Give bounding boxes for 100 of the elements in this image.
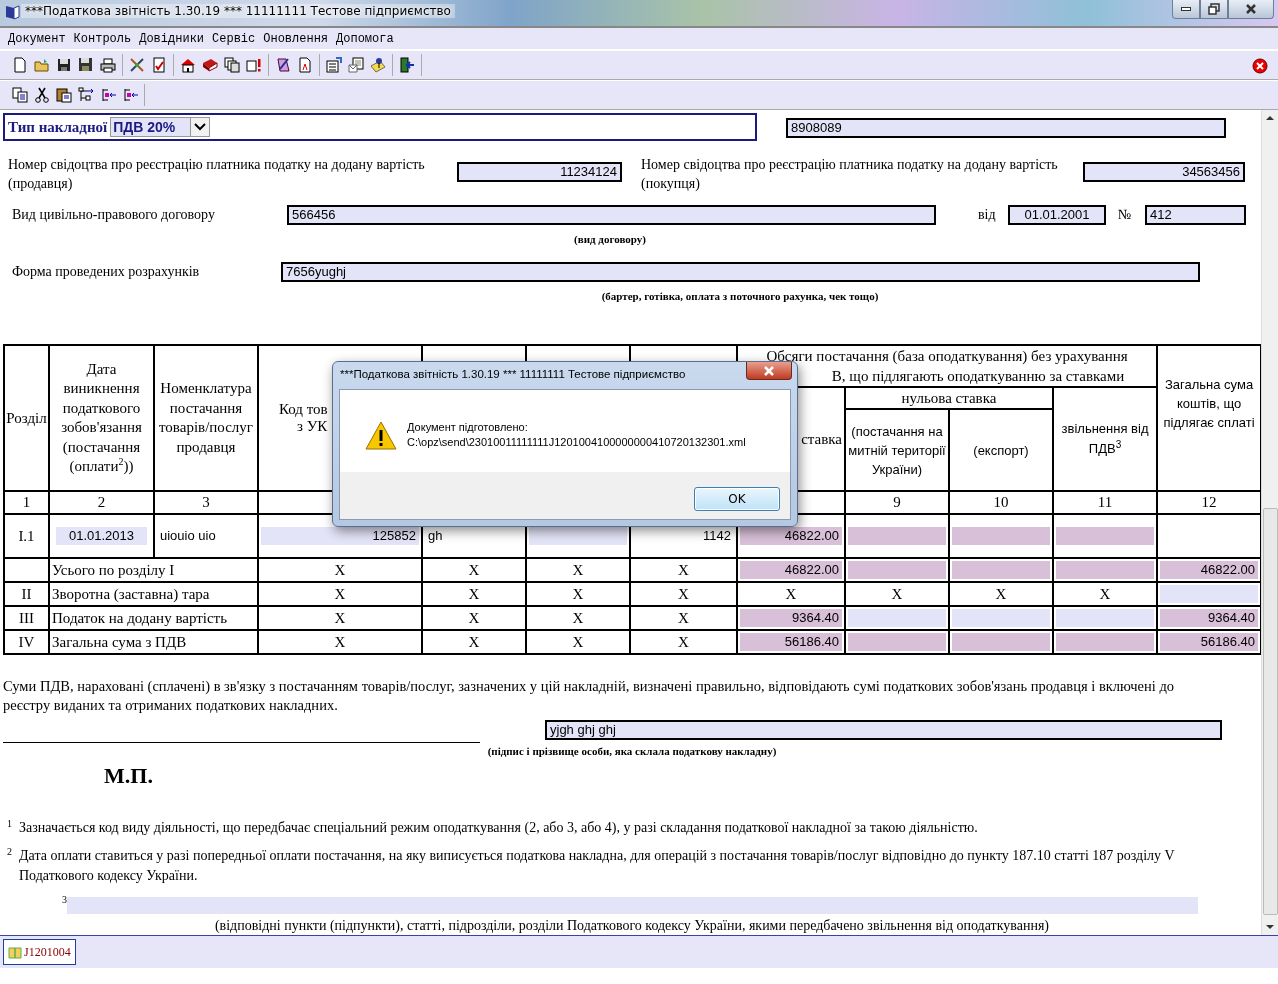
- tree-branch-icon[interactable]: [78, 87, 94, 103]
- table-cell: X: [891, 585, 903, 602]
- close-button[interactable]: [1228, 0, 1274, 19]
- input-field[interactable]: [67, 897, 1198, 914]
- menu-item[interactable]: Допомога: [332, 32, 398, 46]
- menu-item[interactable]: Сервіс: [208, 32, 260, 46]
- field-caption: (відповідні пункти (підпункти), статті, підрозділи, розділи Податкового кодексу України, якими передбачено звільнення від оподаткування): [214, 918, 1050, 934]
- close-icon: [763, 364, 775, 377]
- row-label: Усього по розділу I: [52, 561, 175, 578]
- input-field[interactable]: [848, 609, 946, 627]
- table-cell: X: [468, 561, 480, 578]
- table-cell: X: [785, 585, 797, 602]
- input-field[interactable]: 566456: [287, 205, 936, 225]
- pushpin-note-icon[interactable]: [370, 57, 386, 73]
- house-icon[interactable]: [180, 57, 196, 73]
- computed-field: 9364.40: [740, 609, 842, 627]
- close-icon: [1245, 3, 1257, 15]
- table-cell: X: [572, 609, 584, 626]
- field-caption: (підпис і прізвище особи, яка склала податкову накладну): [487, 745, 777, 757]
- computed-field: 46822.00: [1160, 561, 1259, 579]
- input-field[interactable]: [1160, 585, 1259, 603]
- copies-icon[interactable]: [224, 57, 240, 73]
- pdf-document-icon[interactable]: [297, 57, 313, 73]
- menu-item[interactable]: Оновлення: [259, 32, 333, 46]
- computed-field: 56186.40: [740, 633, 842, 651]
- column-number: 3: [154, 491, 258, 514]
- table-cell: X: [1099, 585, 1111, 602]
- signature-field[interactable]: yjgh ghj ghj: [545, 720, 1222, 740]
- checklist-icon[interactable]: [151, 57, 167, 73]
- envelope-document-icon[interactable]: [348, 57, 364, 73]
- document-tab[interactable]: J1201004: [3, 939, 76, 965]
- table-cell: X: [468, 633, 480, 650]
- input-field[interactable]: [952, 609, 1050, 627]
- close-icon[interactable]: [1252, 58, 1268, 74]
- input-field[interactable]: 412: [1145, 205, 1246, 225]
- printer-icon[interactable]: [100, 57, 116, 73]
- scissors-icon[interactable]: [34, 87, 50, 103]
- table-cell: X: [468, 585, 480, 602]
- field-label: Тип накладної: [8, 118, 108, 136]
- new-document-icon[interactable]: [12, 57, 28, 73]
- book-icon[interactable]: [202, 57, 218, 73]
- table-cell: X: [678, 585, 689, 602]
- up-arrow-icon: [1265, 114, 1275, 122]
- scrollbar[interactable]: [1261, 110, 1278, 935]
- footnote-text: Зазначається код виду діяльності, що передбачає спеціальний режим оподаткування (2, або 3, або 4), у разі складання податкової накладної за такою діяльністю.: [19, 819, 979, 837]
- input-field[interactable]: 11234124: [457, 162, 622, 182]
- maximize-button[interactable]: [1200, 0, 1228, 19]
- column-number: 2: [49, 491, 154, 514]
- document-exclamation-icon[interactable]: [246, 57, 262, 73]
- close-button[interactable]: [746, 362, 792, 380]
- field-label: Номер свідоцтва про реєстрацію платника податку на додану вартість (покупця): [641, 156, 1059, 193]
- folder-icon[interactable]: [34, 57, 50, 73]
- type-dropdown[interactable]: ПДВ 20%: [110, 117, 211, 137]
- input-field[interactable]: [1056, 609, 1155, 627]
- paste-icon[interactable]: [56, 87, 72, 103]
- column-number: 9: [845, 491, 949, 514]
- input-field[interactable]: 34563456: [1083, 162, 1245, 182]
- table-cell: X: [468, 609, 480, 626]
- table-cell: X: [334, 585, 346, 602]
- ok-button[interactable]: OK: [694, 487, 780, 511]
- statement-text: Суми ПДВ, нараховані (сплачені) в зв'язку з постачанням товарів/послуг, зазначених у цій накладній, визначені правильно, відповідають сумі податкових зобов'язань продавця і включені до реєстру виданих та отриманих податкових накладних.: [3, 677, 1176, 715]
- column-header: з УК: [297, 418, 328, 435]
- table-cell-text: 1142: [702, 527, 732, 545]
- table-cell: X: [572, 585, 584, 602]
- column-header: нульова ставка: [845, 387, 1053, 409]
- tools-icon[interactable]: [129, 57, 145, 73]
- pen-document-icon[interactable]: [275, 57, 291, 73]
- menu-item[interactable]: Документ: [4, 32, 70, 46]
- input-field[interactable]: 7656yughj: [281, 262, 1200, 282]
- restore-icon: [1208, 3, 1220, 15]
- input-field[interactable]: [529, 527, 627, 545]
- computed-field: 46822.00: [740, 527, 842, 545]
- table-cell: III: [19, 609, 34, 626]
- footnote-mark: 1: [7, 818, 12, 831]
- date-field[interactable]: 01.01.2001: [1008, 205, 1106, 225]
- app-logo-icon: [4, 4, 20, 20]
- table-cell: I.1: [18, 527, 35, 544]
- minimize-button[interactable]: [1172, 0, 1200, 19]
- menu-item[interactable]: Довідники: [135, 32, 209, 46]
- input-field[interactable]: 8908089: [786, 118, 1226, 138]
- table-cell: X: [678, 633, 689, 650]
- tree-insert-icon[interactable]: [100, 87, 116, 103]
- field-label: Вид цивільно-правового договору: [12, 207, 216, 223]
- column-header: Номенклатура постачання товарів/послуг продавця: [154, 345, 258, 491]
- form-settings-icon[interactable]: [326, 57, 342, 73]
- computed-field: 56186.40: [1160, 633, 1259, 651]
- footnote-mark: 3: [62, 894, 67, 907]
- column-number: 1: [4, 491, 49, 514]
- exit-door-icon[interactable]: [399, 57, 415, 73]
- column-header: Розділ: [4, 345, 49, 491]
- input-field[interactable]: 125852: [261, 527, 419, 545]
- tree-insert-icon[interactable]: [122, 87, 138, 103]
- date-field[interactable]: 01.01.2013: [56, 527, 147, 545]
- field-caption: (вид договору): [574, 233, 646, 245]
- table-cell: X: [334, 561, 346, 578]
- copy-icon[interactable]: [12, 87, 28, 103]
- menu-item[interactable]: Контроль: [69, 32, 136, 46]
- table-cell-text: gh: [427, 527, 444, 545]
- field-label: Форма проведених розрахунків: [12, 264, 201, 280]
- footnote-mark: 2: [7, 846, 12, 859]
